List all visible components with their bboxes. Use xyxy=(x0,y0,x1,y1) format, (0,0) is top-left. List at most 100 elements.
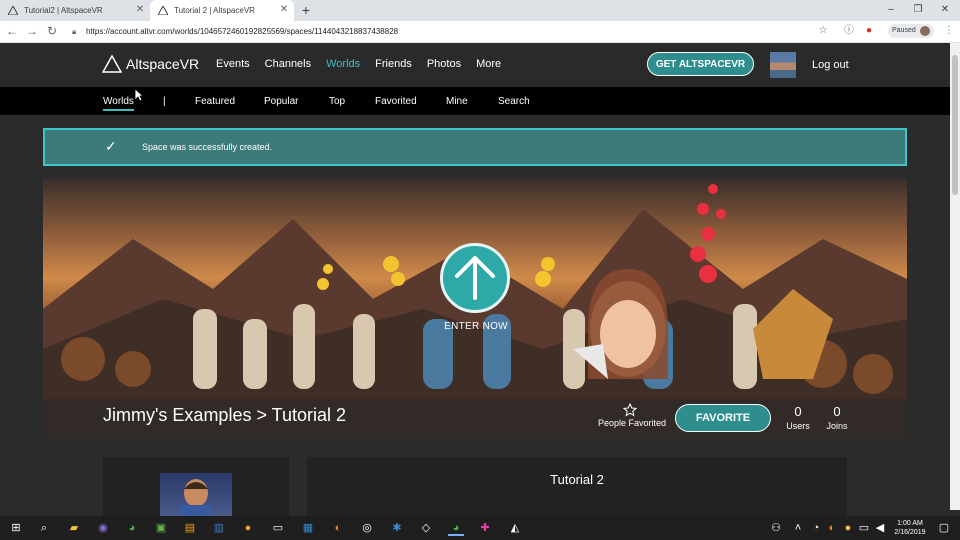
opera-extension-icon[interactable]: ● xyxy=(862,24,876,38)
altspace-logo[interactable]: AltspaceVR xyxy=(102,55,199,73)
space-details-card: Tutorial 2 xyxy=(307,457,847,517)
restore-icon[interactable]: ❐ xyxy=(905,0,931,21)
joins-count: 0 xyxy=(833,404,841,419)
profile-avatar xyxy=(919,26,930,36)
bookmark-star-icon[interactable]: ☆ xyxy=(816,24,830,38)
users-stat: 0 Users xyxy=(783,404,813,431)
app-icon[interactable]: ▤ xyxy=(182,520,198,536)
chrome-icon[interactable]: ◕ xyxy=(124,520,140,536)
tab-title: Tutorial 2 | AltspaceVR xyxy=(174,6,255,15)
nav-channels[interactable]: Channels xyxy=(265,58,311,70)
volume-icon[interactable]: ◀ xyxy=(872,520,888,536)
tray-icon[interactable]: ◐ xyxy=(824,520,840,536)
altspace-favicon-icon xyxy=(158,6,168,16)
minimize-icon[interactable]: – xyxy=(878,0,904,21)
network-icon[interactable]: ▭ xyxy=(856,520,872,536)
close-tab-icon[interactable]: ✕ xyxy=(278,4,290,16)
browser-tab[interactable]: Tutorial2 | AltspaceVR ✕ xyxy=(0,0,150,21)
tab-title: Tutorial2 | AltspaceVR xyxy=(24,6,103,15)
enter-now-button[interactable] xyxy=(440,243,510,313)
nav-worlds[interactable]: Worlds xyxy=(326,58,360,70)
app-icon[interactable]: ▥ xyxy=(211,520,227,536)
people-favorited-label: People Favorited xyxy=(598,418,667,428)
tray-chevron-icon[interactable]: ˄ xyxy=(790,520,806,536)
reload-icon[interactable]: ↻ xyxy=(44,23,60,39)
user-avatar[interactable] xyxy=(770,52,796,78)
tray-icon[interactable]: ● xyxy=(840,520,856,536)
new-tab-icon[interactable]: + xyxy=(298,2,314,18)
success-alert: ✓ Space was successfully created. xyxy=(43,128,907,166)
back-icon[interactable]: ← xyxy=(4,23,20,39)
app-icon[interactable]: ▦ xyxy=(300,520,316,536)
altspace-logo-icon xyxy=(102,55,122,73)
subnav-popular[interactable]: Popular xyxy=(264,96,298,107)
taskbar-clock[interactable]: 1:00 AM 2/16/2019 xyxy=(890,519,930,537)
app-icon[interactable]: ◭ xyxy=(507,520,523,536)
address-bar[interactable]: 🔒︎ https://account.altvr.com/worlds/1046… xyxy=(66,23,836,40)
logout-link[interactable]: Log out xyxy=(812,59,849,71)
page-scrollbar[interactable] xyxy=(950,43,960,510)
people-icon[interactable]: ⚇ xyxy=(768,520,784,536)
checkmark-icon: ✓ xyxy=(105,138,117,154)
clock-time: 1:00 AM xyxy=(897,520,923,527)
subnav-mine[interactable]: Mine xyxy=(446,96,468,107)
window-close-icon[interactable]: ✕ xyxy=(932,0,958,21)
nav-events[interactable]: Events xyxy=(216,58,250,70)
file-explorer-icon[interactable]: ▰ xyxy=(66,520,82,536)
browser-toolbar: ← → ↻ 🔒︎ https://account.altvr.com/world… xyxy=(0,21,960,43)
unity-icon[interactable]: ◇ xyxy=(418,520,434,536)
star-icon xyxy=(623,403,637,417)
main-nav: Events Channels Worlds Friends Photos Mo… xyxy=(216,58,516,70)
joins-stat: 0 Joins xyxy=(822,404,852,431)
close-tab-icon[interactable]: ✕ xyxy=(134,4,146,16)
space-title: Jimmy's Examples > Tutorial 2 xyxy=(103,405,347,425)
app-icon[interactable]: ✱ xyxy=(389,520,405,536)
scrollbar-thumb[interactable] xyxy=(952,55,958,195)
profile-button[interactable]: Paused xyxy=(888,24,934,38)
forward-icon[interactable]: → xyxy=(24,23,40,39)
subnav-divider: | xyxy=(163,96,166,107)
extension-icon[interactable]: ⓘ xyxy=(842,24,856,38)
subnav-search[interactable]: Search xyxy=(498,96,530,107)
slack-icon[interactable]: ✚ xyxy=(477,520,493,536)
subnav-worlds[interactable]: Worlds xyxy=(103,96,134,111)
users-label: Users xyxy=(786,421,810,431)
altspace-favicon-icon xyxy=(8,6,18,16)
nav-more[interactable]: More xyxy=(476,58,501,70)
browser-tab-strip: Tutorial2 | AltspaceVR ✕ Tutorial 2 | Al… xyxy=(0,0,960,21)
url-text: https://account.altvr.com/worlds/1046572… xyxy=(86,27,399,36)
app-icon[interactable]: ▣ xyxy=(153,520,169,536)
browser-tab-active[interactable]: Tutorial 2 | AltspaceVR ✕ xyxy=(150,0,294,21)
arrow-up-icon xyxy=(455,256,495,300)
app-icon[interactable]: ◉ xyxy=(95,520,111,536)
site-header: AltspaceVR Events Channels Worlds Friend… xyxy=(0,43,950,87)
nav-friends[interactable]: Friends xyxy=(375,58,412,70)
notifications-icon[interactable]: ▢ xyxy=(936,520,952,536)
details-title: Tutorial 2 xyxy=(550,472,604,487)
app-icon[interactable]: ● xyxy=(240,520,256,536)
logo-text: AltspaceVR xyxy=(126,56,200,72)
app-icon[interactable]: ◎ xyxy=(359,520,375,536)
windows-start-icon[interactable]: ⊞ xyxy=(8,520,24,536)
main-content: ✓ Space was successfully created. ENTER … xyxy=(0,115,950,517)
space-thumbnail[interactable] xyxy=(160,473,232,517)
subnav-featured[interactable]: Featured xyxy=(195,96,235,107)
get-altspacevr-button[interactable]: GET ALTSPACEVR xyxy=(647,52,754,76)
subnav-top[interactable]: Top xyxy=(329,96,345,107)
joins-label: Joins xyxy=(826,421,848,431)
windows-taskbar: ⊞ ⌕ ▰ ◉ ◕ ▣ ▤ ▥ ● ▭ ▦ ◐ ◎ ✱ ◇ ◕ ✚ ◭ ⚇ ˄ … xyxy=(0,516,960,540)
favorite-button[interactable]: FAVORITE xyxy=(675,404,771,432)
users-count: 0 xyxy=(794,404,802,419)
menu-kebab-icon[interactable]: ⋮ xyxy=(942,24,956,38)
enter-now-label: ENTER NOW xyxy=(444,321,508,332)
subnav-favorited[interactable]: Favorited xyxy=(375,96,417,107)
clock-date: 2/16/2019 xyxy=(894,529,926,536)
chrome-active-icon[interactable]: ◕ xyxy=(448,520,464,536)
tray-icon[interactable]: ◔ xyxy=(808,520,824,536)
profile-status: Paused xyxy=(892,27,916,34)
nav-photos[interactable]: Photos xyxy=(427,58,461,70)
space-thumbnail-card xyxy=(103,457,289,517)
app-icon[interactable]: ▭ xyxy=(270,520,286,536)
blender-icon[interactable]: ◐ xyxy=(330,520,346,536)
search-icon[interactable]: ⌕ xyxy=(36,520,52,536)
